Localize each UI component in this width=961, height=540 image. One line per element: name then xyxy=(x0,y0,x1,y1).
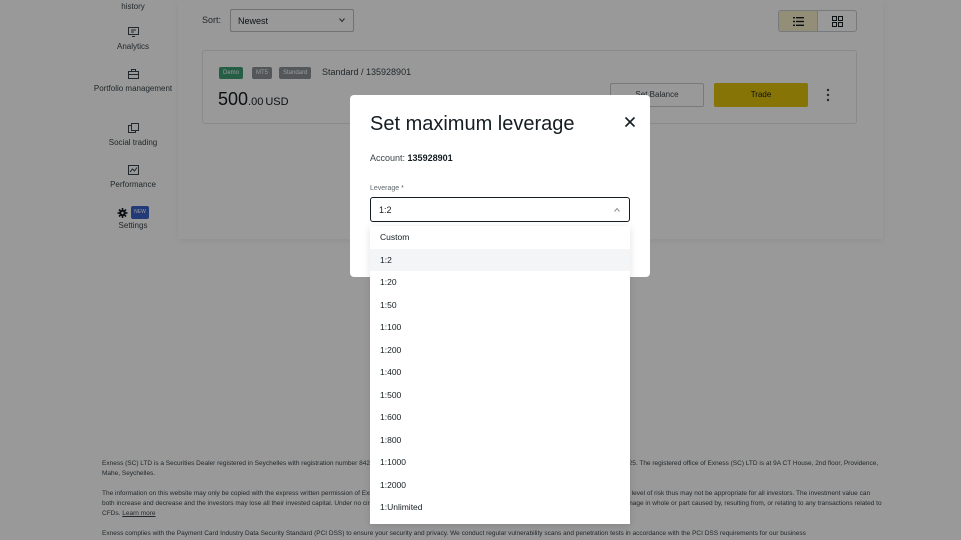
leverage-option-unlimited[interactable]: 1:Unlimited xyxy=(370,496,630,518)
leverage-option[interactable]: 1:100 xyxy=(370,316,630,338)
leverage-select[interactable]: 1:2 xyxy=(370,197,630,222)
leverage-dropdown: Custom 1:2 1:20 1:50 1:100 1:200 1:400 1… xyxy=(370,226,630,524)
chevron-up-icon xyxy=(614,207,620,212)
leverage-select-value: 1:2 xyxy=(379,205,392,215)
leverage-option[interactable]: 1:1000 xyxy=(370,451,630,473)
leverage-option[interactable]: 1:20 xyxy=(370,271,630,293)
close-icon[interactable] xyxy=(624,116,636,128)
modal-title: Set maximum leverage xyxy=(370,113,575,135)
leverage-option[interactable]: 1:800 xyxy=(370,429,630,451)
leverage-option[interactable]: 1:500 xyxy=(370,384,630,406)
leverage-option[interactable]: 1:2000 xyxy=(370,474,630,496)
leverage-option-custom[interactable]: Custom xyxy=(370,226,630,248)
leverage-option[interactable]: 1:2 xyxy=(370,248,630,271)
leverage-option[interactable]: 1:400 xyxy=(370,361,630,383)
leverage-option[interactable]: 1:600 xyxy=(370,406,630,428)
leverage-option[interactable]: 1:200 xyxy=(370,339,630,361)
modal-account-line: Account: 135928901 xyxy=(370,153,453,163)
leverage-label: Leverage * xyxy=(370,185,404,192)
leverage-option[interactable]: 1:50 xyxy=(370,294,630,316)
